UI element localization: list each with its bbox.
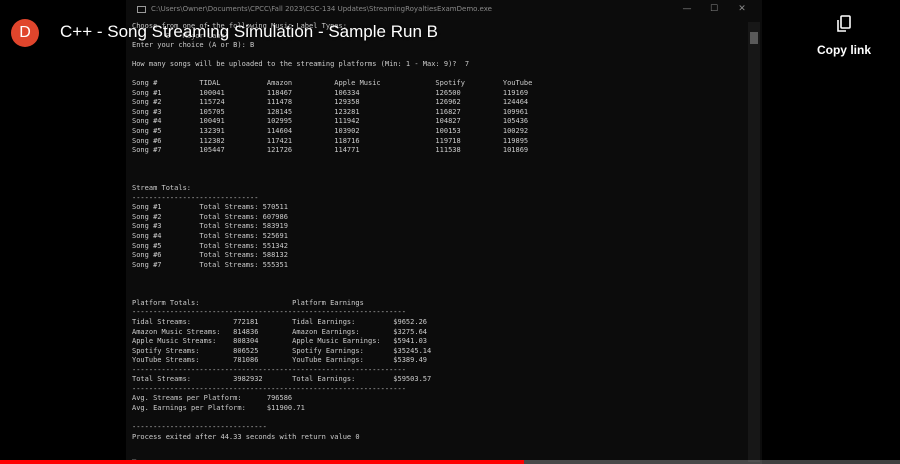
console-line: ------------------------------ bbox=[132, 193, 259, 202]
console-line: Song #5 Total Streams: 551342 bbox=[132, 241, 288, 250]
console-line: Stream Totals: bbox=[132, 184, 192, 193]
console-line: Avg. Streams per Platform: 796586 bbox=[132, 394, 293, 403]
console-line: Apple Music Streams: 808304 Apple Music … bbox=[132, 337, 428, 346]
copy-icon bbox=[837, 15, 851, 32]
console-line: YouTube Streams: 781086 YouTube Earnings… bbox=[132, 356, 428, 365]
console-line: Song #4 Total Streams: 525691 bbox=[132, 232, 288, 241]
console-titlebar: C:\Users\Owner\Documents\CPCC\Fall 2023\… bbox=[126, 0, 762, 20]
console-window-icon bbox=[137, 6, 146, 13]
console-line: Spotify Streams: 806525 Spotify Earnings… bbox=[132, 346, 432, 355]
console-line: Tidal Streams: 772181 Tidal Earnings: $9… bbox=[132, 317, 428, 326]
console-line: Total Streams: 3982932 Total Earnings: $… bbox=[132, 375, 432, 384]
console-line: Song # TIDAL Amazon Apple Music Spotify … bbox=[132, 79, 533, 88]
console-line: Song #3 Total Streams: 583919 bbox=[132, 222, 288, 231]
console-line: Amazon Music Streams: 814836 Amazon Earn… bbox=[132, 327, 428, 336]
console-line: _ bbox=[132, 451, 137, 460]
maximize-button[interactable]: ☐ bbox=[704, 3, 724, 15]
console-line: Song #1 100041 118467 106334 126500 1191… bbox=[132, 88, 529, 97]
console-line: Song #6 Total Streams: 588132 bbox=[132, 251, 288, 260]
copy-link-label: Copy link bbox=[816, 43, 871, 57]
console-line: -------------------------------- bbox=[132, 422, 267, 431]
console-line: Song #2 115724 111478 129358 126962 1244… bbox=[132, 98, 529, 107]
copy-link-button[interactable]: Copy link bbox=[806, 12, 882, 62]
video-title[interactable]: C++ - Song Streaming Simulation - Sample… bbox=[60, 22, 438, 42]
progress-bar[interactable] bbox=[0, 460, 900, 464]
console-scrollbar-thumb[interactable] bbox=[750, 32, 758, 44]
console-line: Platform Totals: Platform Earnings bbox=[132, 298, 364, 307]
console-line: Song #2 Total Streams: 607986 bbox=[132, 212, 288, 221]
console-line: How many songs will be uploaded to the s… bbox=[132, 60, 470, 69]
channel-avatar[interactable]: D bbox=[11, 19, 39, 47]
progress-fill bbox=[0, 460, 524, 464]
close-button[interactable]: ✕ bbox=[732, 3, 752, 15]
console-line: Enter your choice (A or B): B bbox=[132, 41, 255, 50]
console-line: Song #7 Total Streams: 555351 bbox=[132, 260, 288, 269]
console-scrollbar[interactable] bbox=[748, 22, 760, 462]
console-window: C:\Users\Owner\Documents\CPCC\Fall 2023\… bbox=[126, 0, 762, 464]
console-line: Process exited after 44.33 seconds with … bbox=[132, 432, 360, 441]
console-window-path: C:\Users\Owner\Documents\CPCC\Fall 2023\… bbox=[151, 5, 492, 13]
console-line: Song #5 132391 114604 103902 100153 1002… bbox=[132, 127, 529, 136]
console-line: Song #3 105705 128145 123281 116827 1099… bbox=[132, 107, 529, 116]
minimize-button[interactable]: — bbox=[677, 3, 697, 15]
console-line: ----------------------------------------… bbox=[132, 384, 406, 393]
video-player[interactable]: C:\Users\Owner\Documents\CPCC\Fall 2023\… bbox=[0, 0, 900, 464]
console-line: ----------------------------------------… bbox=[132, 308, 406, 317]
console-output: Choose from one of the following Music L… bbox=[132, 22, 744, 462]
console-line: Song #4 100491 102995 111942 104827 1054… bbox=[132, 117, 529, 126]
console-line: ----------------------------------------… bbox=[132, 365, 406, 374]
console-line: Avg. Earnings per Platform: $11900.71 bbox=[132, 403, 305, 412]
console-line: Song #6 112382 117421 118716 119718 1198… bbox=[132, 136, 529, 145]
console-line: Song #1 Total Streams: 570511 bbox=[132, 203, 288, 212]
console-line: Song #7 105447 121726 114771 111538 1018… bbox=[132, 146, 529, 155]
